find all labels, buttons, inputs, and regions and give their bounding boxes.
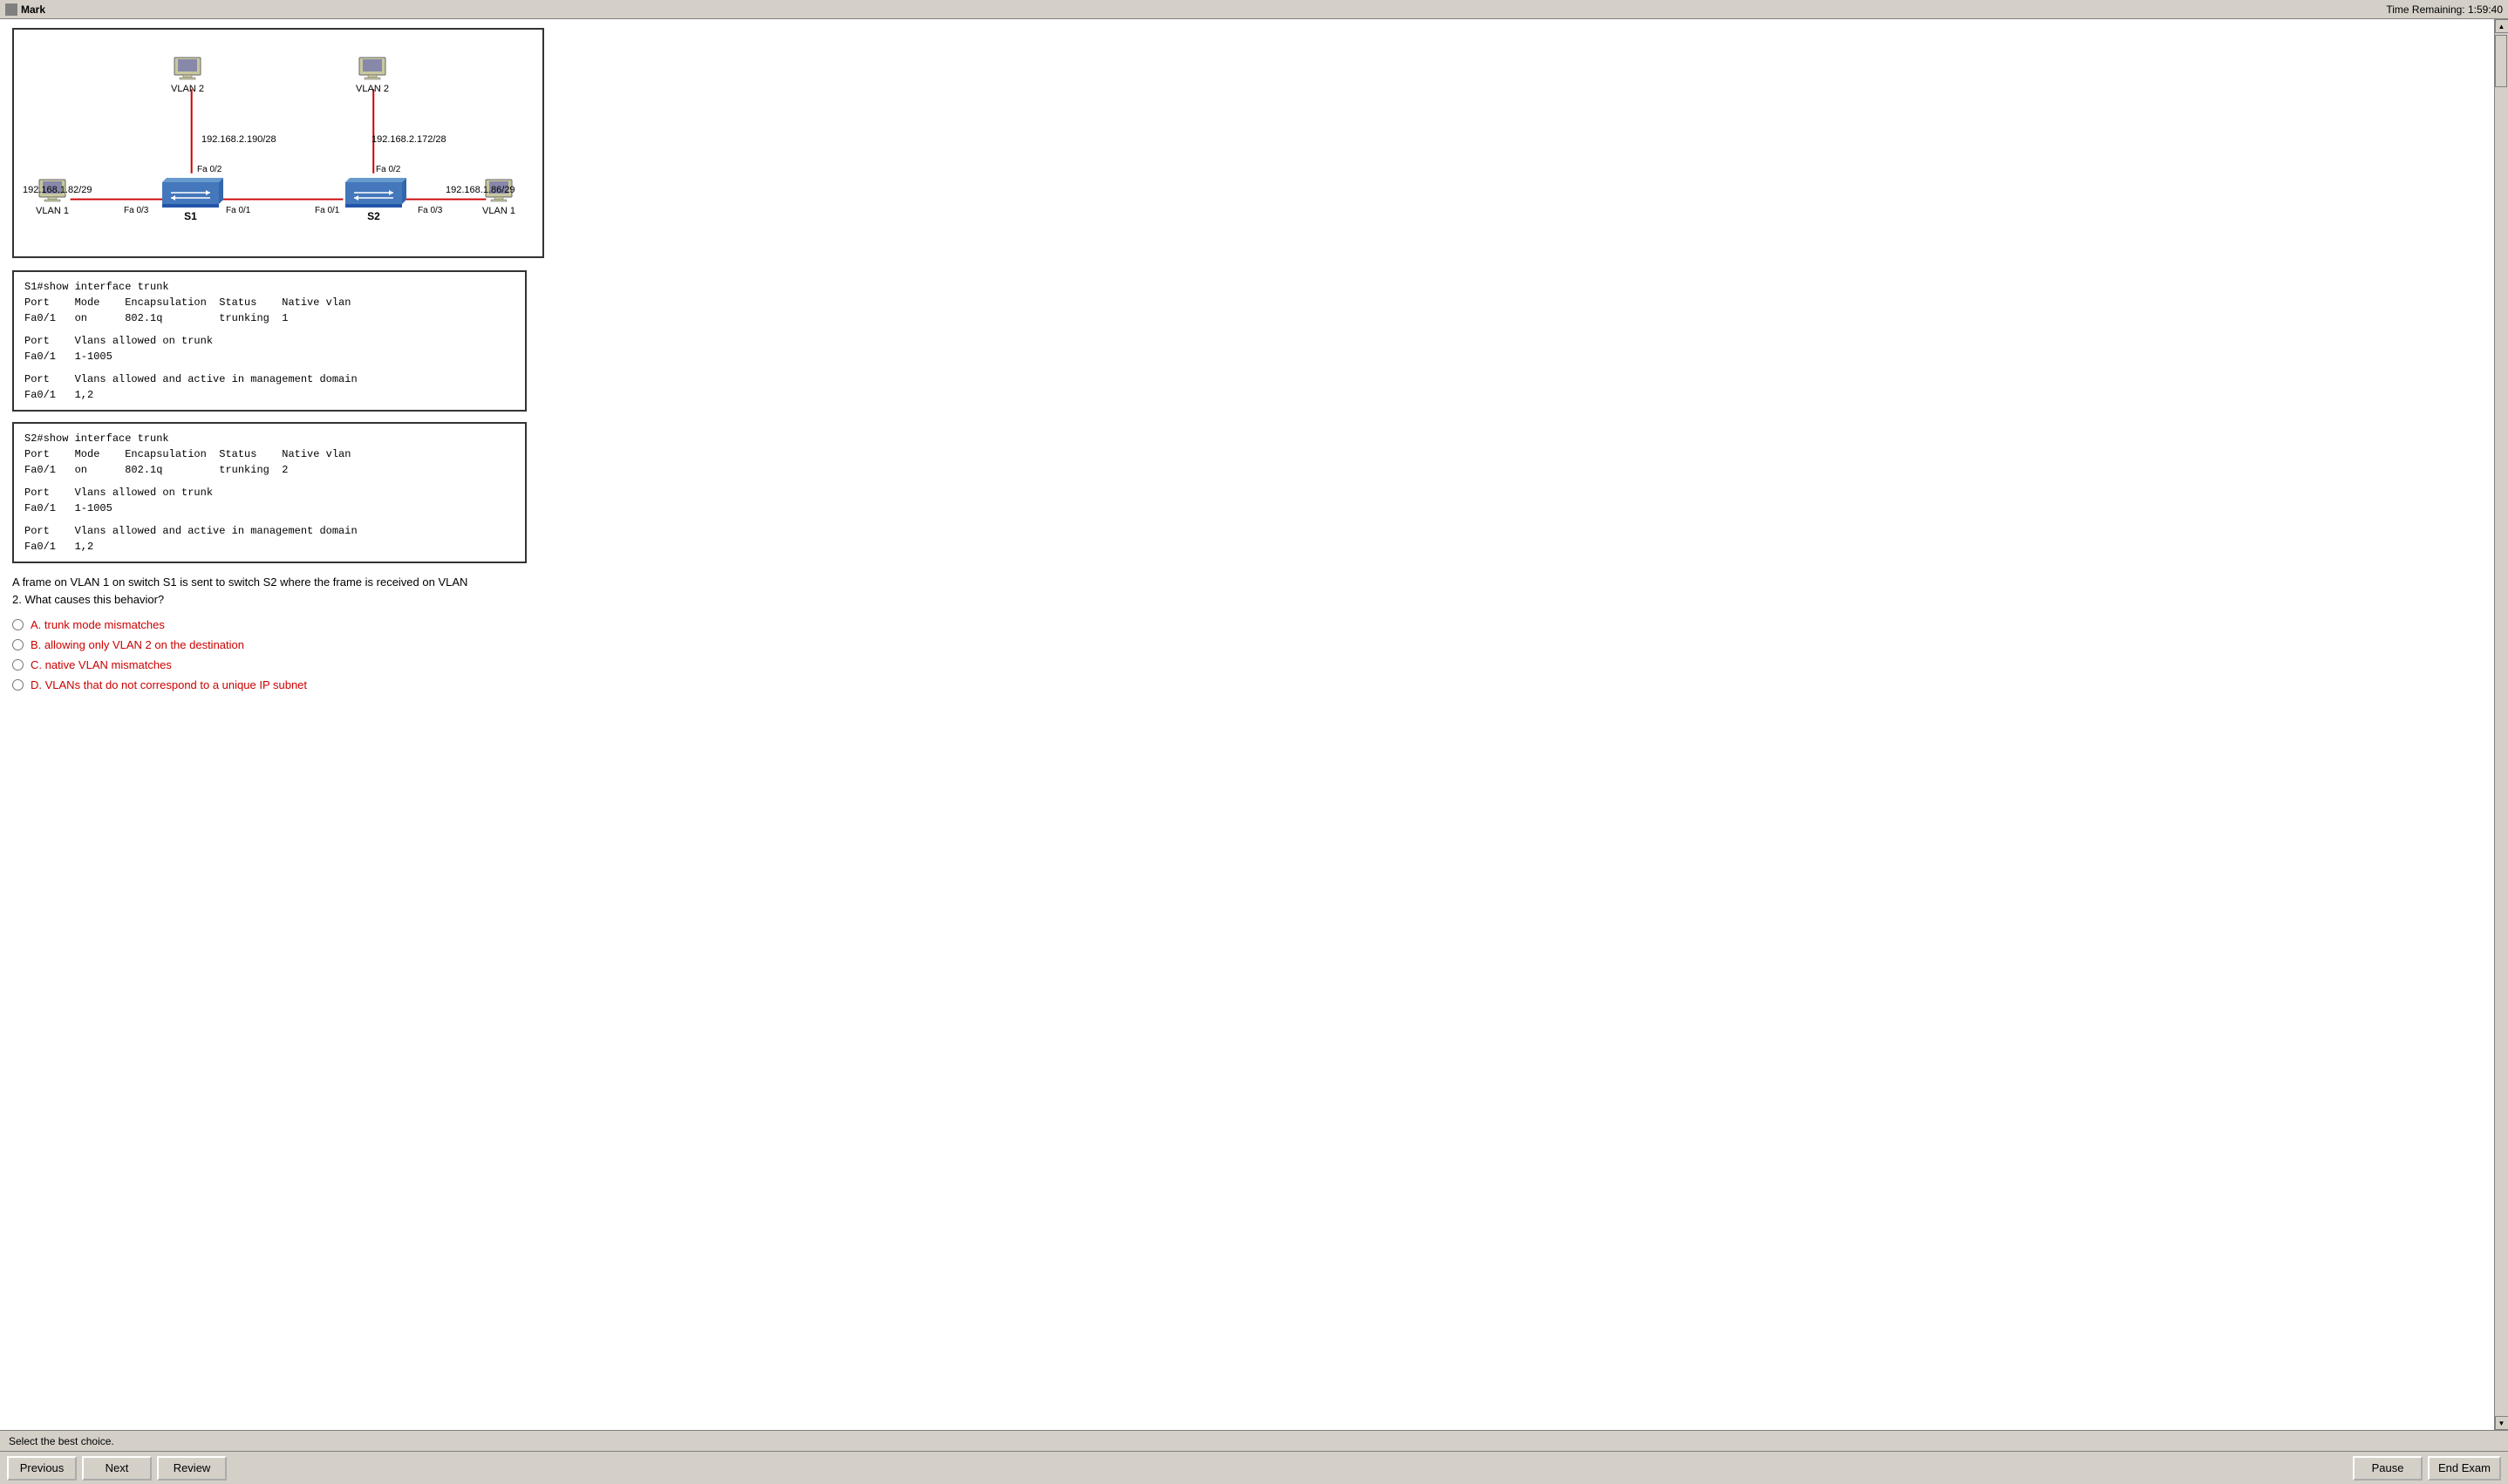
review-button[interactable]: Review — [157, 1456, 227, 1481]
radio-a[interactable] — [12, 619, 24, 630]
content-area: VLAN 2 VLAN 2 — [0, 19, 2494, 1430]
scrollbar[interactable]: ▲ ▼ — [2494, 19, 2508, 1430]
terminal-s1: S1#show interface trunk Port Mode Encaps… — [12, 270, 527, 412]
nav-buttons-left: Previous Next Review — [7, 1456, 227, 1481]
pc-vlan1-right: VLAN 1 — [482, 178, 515, 216]
next-button[interactable]: Next — [82, 1456, 152, 1481]
s1-label2: Port Vlans allowed and active in managem… — [24, 371, 515, 387]
status-bar: Select the best choice. — [0, 1430, 2508, 1451]
s2-row2: Fa0/1 1-1005 — [24, 500, 515, 516]
answer-text-c: C. native VLAN mismatches — [31, 658, 172, 671]
s1-title: S1#show interface trunk — [24, 279, 515, 295]
port-s2-fa02: Fa 0/2 — [376, 165, 400, 174]
port-s1-fa01: Fa 0/1 — [226, 206, 250, 215]
scroll-up-btn[interactable]: ▲ — [2495, 19, 2508, 33]
answer-option-c[interactable]: C. native VLAN mismatches — [12, 658, 2482, 671]
scroll-down-btn[interactable]: ▼ — [2495, 1416, 2508, 1430]
s2-title: S2#show interface trunk — [24, 431, 515, 446]
s2-row3: Fa0/1 1,2 — [24, 539, 515, 555]
button-bar: Previous Next Review Pause End Exam — [0, 1451, 2508, 1484]
answer-text-d: D. VLANs that do not correspond to a uni… — [31, 678, 307, 691]
answer-text-b: B. allowing only VLAN 2 on the destinati… — [31, 638, 244, 651]
pc-vlan2-right-label: VLAN 2 — [356, 84, 389, 94]
pc-vlan1-left: VLAN 1 — [36, 178, 69, 216]
pc-vlan2-left-label: VLAN 2 — [171, 84, 204, 94]
port-s2-fa03: Fa 0/3 — [418, 206, 442, 215]
ip-vlan2-left: 192.168.2.190/28 — [201, 134, 276, 145]
switch-s1: S1 — [158, 174, 223, 222]
answer-text-a: A. trunk mode mismatches — [31, 618, 165, 631]
pause-button[interactable]: Pause — [2353, 1456, 2423, 1481]
mark-icon — [5, 3, 17, 16]
radio-d[interactable] — [12, 679, 24, 691]
switch-s2: S2 — [341, 174, 406, 222]
timer-display: Time Remaining: 1:59:40 — [2386, 3, 2503, 16]
s1-headers: Port Mode Encapsulation Status Native vl… — [24, 295, 515, 310]
port-s1-fa02: Fa 0/2 — [197, 165, 221, 174]
ip-vlan1-right: 192.168.1.86/29 — [446, 185, 515, 195]
end-exam-button[interactable]: End Exam — [2428, 1456, 2501, 1481]
pc-vlan2-right: VLAN 2 — [356, 56, 389, 94]
radio-b[interactable] — [12, 639, 24, 650]
scrollbar-track[interactable] — [2495, 33, 2508, 1416]
pc-vlan1-left-label: VLAN 1 — [36, 206, 69, 216]
network-diagram: VLAN 2 VLAN 2 — [12, 28, 544, 258]
pc-vlan2-left: VLAN 2 — [171, 56, 204, 94]
title-bar: Mark Time Remaining: 1:59:40 — [0, 0, 2508, 19]
scrollbar-thumb[interactable] — [2495, 35, 2507, 87]
s1-label1: Port Vlans allowed on trunk — [24, 333, 515, 349]
nav-buttons-right: Pause End Exam — [2353, 1456, 2501, 1481]
terminal-s2: S2#show interface trunk Port Mode Encaps… — [12, 422, 527, 563]
s2-label1: Port Vlans allowed on trunk — [24, 485, 515, 500]
title-bar-left: Mark — [5, 3, 45, 16]
s2-headers: Port Mode Encapsulation Status Native vl… — [24, 446, 515, 462]
s1-row2: Fa0/1 1-1005 — [24, 349, 515, 364]
answer-option-b[interactable]: B. allowing only VLAN 2 on the destinati… — [12, 638, 2482, 651]
question-text: A frame on VLAN 1 on switch S1 is sent t… — [12, 574, 2482, 608]
diagram-lines — [23, 38, 534, 248]
s2-label2: Port Vlans allowed and active in managem… — [24, 523, 515, 539]
answer-option-a[interactable]: A. trunk mode mismatches — [12, 618, 2482, 631]
app-title: Mark — [21, 3, 45, 16]
ip-vlan1-left: 192.168.1.82/29 — [23, 185, 92, 195]
main-content: VLAN 2 VLAN 2 — [0, 19, 2508, 1430]
pc-vlan1-right-label: VLAN 1 — [482, 206, 515, 216]
s2-row1: Fa0/1 on 802.1q trunking 2 — [24, 462, 515, 478]
switch-s1-label: S1 — [184, 210, 197, 222]
answer-option-d[interactable]: D. VLANs that do not correspond to a uni… — [12, 678, 2482, 691]
s1-row3: Fa0/1 1,2 — [24, 387, 515, 403]
s1-row1: Fa0/1 on 802.1q trunking 1 — [24, 310, 515, 326]
diagram-area: VLAN 2 VLAN 2 — [23, 38, 534, 248]
port-s2-fa01: Fa 0/1 — [315, 206, 339, 215]
radio-c[interactable] — [12, 659, 24, 671]
switch-s2-label: S2 — [367, 210, 380, 222]
port-s1-fa03: Fa 0/3 — [124, 206, 148, 215]
status-text: Select the best choice. — [9, 1435, 114, 1447]
ip-vlan2-right: 192.168.2.172/28 — [371, 134, 446, 145]
previous-button[interactable]: Previous — [7, 1456, 77, 1481]
